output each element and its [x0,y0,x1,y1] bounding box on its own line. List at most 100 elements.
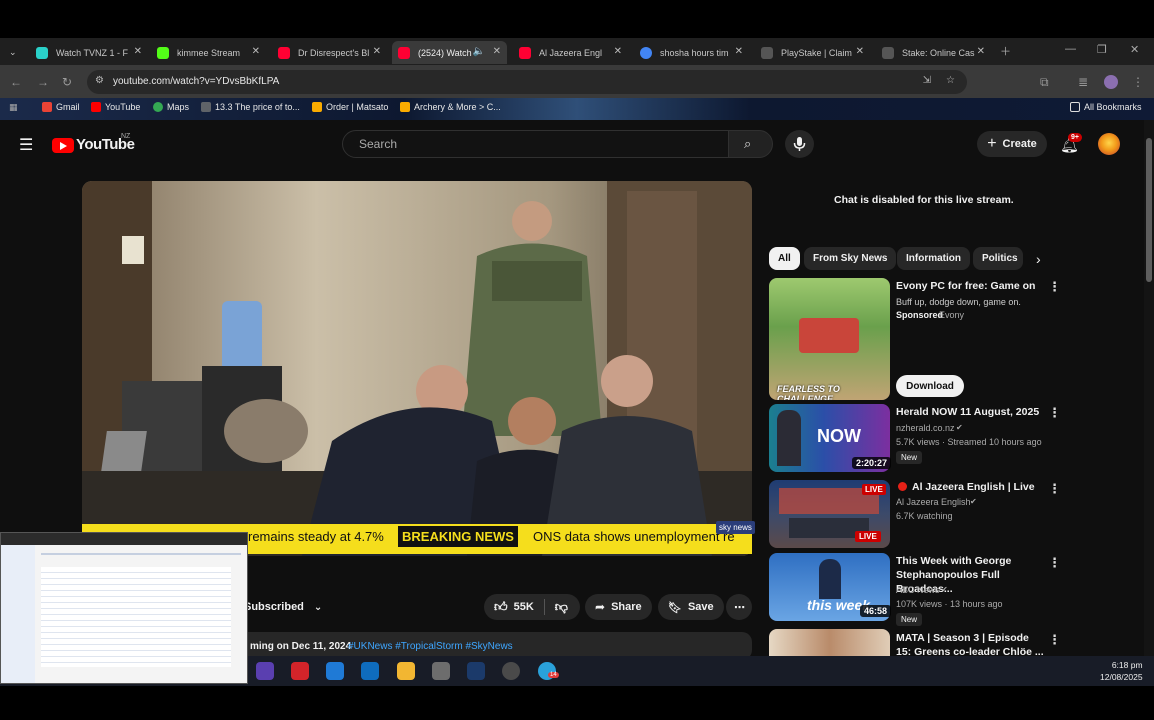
video-title[interactable]: MATA | Season 3 | Episode 15: Greens co-… [896,631,1044,659]
presenter-figure [819,559,841,599]
close-icon[interactable]: ✕ [134,46,142,57]
bookmark-gmail[interactable]: Gmail [42,102,80,112]
share-icon: ➦ [595,600,606,614]
tab-kick[interactable]: kimmee Stream ✕ [151,41,266,64]
save-button[interactable]: 🔖︎ Save [658,594,724,620]
bookmark-star-icon[interactable]: ☆ [946,75,955,86]
close-icon[interactable]: ✕ [614,46,622,57]
subscribed-button[interactable]: Subscribed ⌄ [234,594,332,620]
channel-name[interactable]: Al Jazeera English [896,497,971,507]
chip-from-sky-news[interactable]: From Sky News [804,247,897,270]
forward-icon[interactable]: → [37,75,49,89]
apps-icon[interactable]: ▦ [9,102,18,113]
duration-badge: 46:58 [860,605,892,617]
reload-icon[interactable]: ↻ [62,75,72,89]
bookmark-matsato[interactable]: Order | Matsato [312,102,388,112]
create-button[interactable]: + Create [977,131,1047,157]
verified-icon: ✔ [941,585,948,594]
video-thumbnail-mata[interactable] [769,629,890,656]
tab-stake[interactable]: Stake: Online Cas ✕ [876,41,991,64]
app-icon-outlook[interactable] [361,662,379,680]
maps-icon [153,102,163,112]
hamburger-menu-icon[interactable]: ☰ [19,135,33,155]
video-player[interactable] [82,181,752,556]
account-avatar[interactable] [1098,133,1120,155]
bookmark-archery[interactable]: Archery & More > C... [400,102,501,112]
close-icon[interactable]: ✕ [493,46,501,57]
channel-name[interactable]: ABC News [896,585,940,595]
video-title[interactable]: Herald NOW 11 August, 2025 [896,405,1044,419]
more-icon[interactable]: ⋮ [1048,555,1061,571]
app-icon-pen[interactable] [432,662,450,680]
chevron-right-icon[interactable]: › [1036,251,1041,267]
close-icon[interactable]: ✕ [977,46,985,57]
steam-icon[interactable] [467,662,485,680]
install-icon[interactable]: ⇲ [923,75,931,86]
close-icon[interactable]: ✕ [856,46,864,57]
chip-politics[interactable]: Politics [973,247,1023,270]
speaker-icon[interactable]: 🔈 [473,46,485,57]
youtube-logo-icon[interactable] [52,138,74,153]
picture-in-picture-preview[interactable] [0,532,248,684]
more-actions-button[interactable]: ⋯ [726,594,752,620]
more-icon: ⋯ [734,601,745,614]
all-bookmarks[interactable]: All Bookmarks [1070,102,1142,112]
more-icon[interactable]: ⋮ [1048,481,1061,497]
ad-title[interactable]: Evony PC for free: Game on [896,279,1044,293]
close-icon[interactable]: ✕ [252,46,260,57]
site-info-icon[interactable]: ⚙ [95,75,104,86]
scrollbar-thumb[interactable] [1146,138,1152,282]
search-button[interactable]: ⌕ [728,130,773,158]
close-window-button[interactable]: ✕ [1130,43,1139,56]
tab-shosha[interactable]: shosha hours tim ✕ [634,41,749,64]
tab-playstake[interactable]: PlayStake | Claim ✕ [755,41,870,64]
folder-icon[interactable] [397,662,415,680]
video-stats: 107K views · 13 hours ago [896,599,1003,609]
settings-gear-icon[interactable] [502,662,520,680]
app-icon-teams[interactable] [256,662,274,680]
more-icon[interactable]: ⋮ [1048,279,1061,295]
ad-thumb-text: FEARLESS TO CHALLENGE [777,384,840,400]
close-icon[interactable]: ✕ [373,46,381,57]
system-clock[interactable]: 6:18 pm 12/08/2025 [1100,659,1143,683]
folder-icon [312,102,322,112]
media-icon[interactable]: ≣ [1078,75,1088,89]
app-icon-store[interactable] [326,662,344,680]
voice-search-button[interactable] [785,130,814,158]
share-button[interactable]: ➦ Share [585,594,652,620]
thumbs-up-icon[interactable]: 👍︎ [494,599,508,615]
ad-thumbnail[interactable]: FEARLESS TO CHALLENGE [769,278,890,400]
video-title[interactable]: Al Jazeera English | Live [912,480,1060,494]
verified-icon: ✔ [970,497,977,506]
chip-information[interactable]: Information [897,247,970,270]
bookmark-youtube[interactable]: YouTube [91,102,140,112]
search-input[interactable]: Search [342,130,729,158]
chip-all[interactable]: All [769,247,800,270]
description-tags[interactable]: #UKNews #TropicalStorm #SkyNews [348,641,513,652]
channel-name[interactable]: nzherald.co.nz [896,423,955,433]
tab-aljazeera[interactable]: Al Jazeera Engl ✕ [513,41,628,64]
minimize-button[interactable]: — [1065,43,1076,55]
extensions-icon[interactable]: ⧉ [1040,75,1049,90]
more-icon[interactable]: ⋮ [1048,632,1061,648]
tab-drdisrespect[interactable]: Dr Disrespect's Bl ✕ [272,41,387,64]
tab-search-button[interactable]: ⌄ [5,41,23,64]
download-button[interactable]: Download [896,375,964,397]
profile-avatar[interactable] [1104,75,1118,89]
chat-disabled-message: Chat is disabled for this live stream. [834,194,1014,206]
menu-icon[interactable]: ⋮ [1132,75,1144,89]
bookmark-price[interactable]: 13.3 The price of to... [201,102,300,112]
tab-watch[interactable]: (2524) Watch 🔈 ✕ [392,41,507,64]
more-icon[interactable]: ⋮ [1048,405,1061,421]
back-icon[interactable]: ← [10,75,22,89]
thumbs-down-icon[interactable]: 👎︎ [555,599,568,615]
bookmark-maps[interactable]: Maps [153,102,189,112]
new-tab-button[interactable]: ＋ [1000,43,1011,59]
like-count[interactable]: 55K [514,601,534,613]
page-scrollbar[interactable] [1144,120,1154,656]
app-icon-lightning[interactable] [291,662,309,680]
tab-tvnz[interactable]: Watch TVNZ 1 - F ✕ [30,41,148,64]
address-bar[interactable]: ⚙ youtube.com/watch?v=YDvsBbKfLPA ⇲ ☆ [87,70,967,94]
close-icon[interactable]: ✕ [735,46,743,57]
maximize-button[interactable]: ❐ [1097,43,1107,56]
